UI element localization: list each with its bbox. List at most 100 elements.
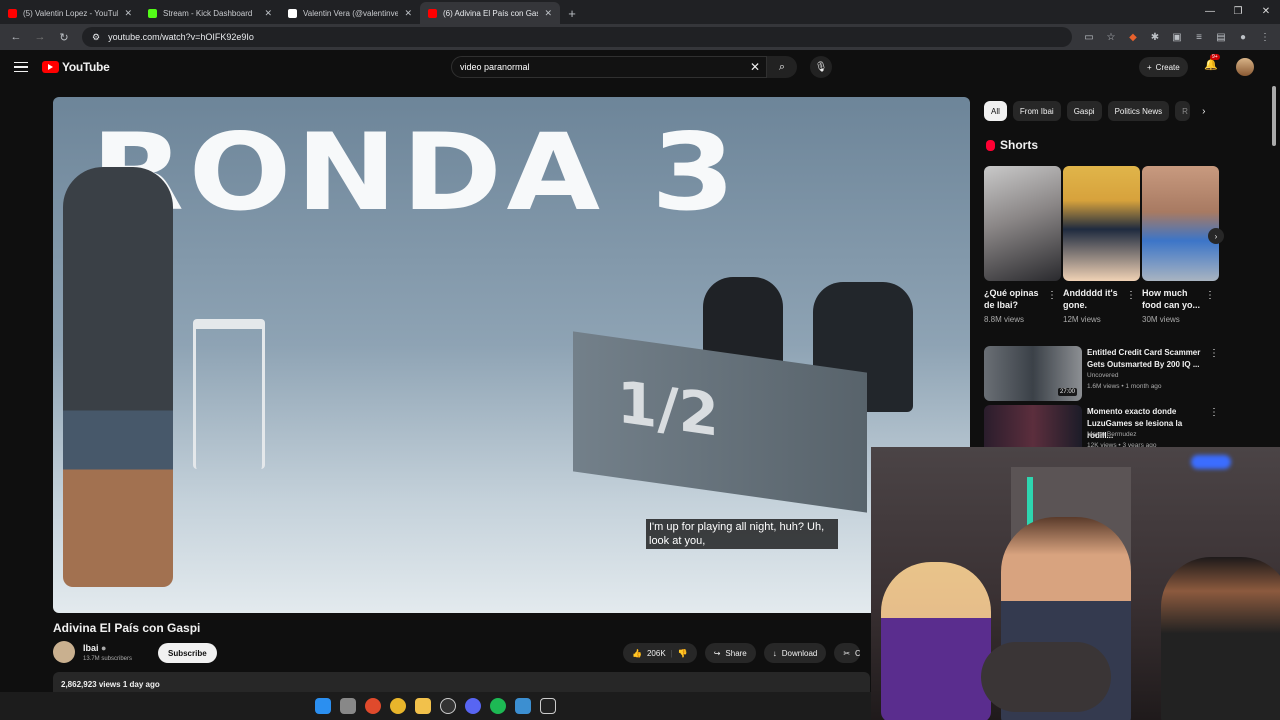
chip-truncated[interactable]: R: [1175, 101, 1191, 121]
chrome-icon[interactable]: [390, 698, 406, 714]
more-options-icon[interactable]: ⋮: [1205, 290, 1215, 301]
short-item[interactable]: Anddddd it's gone. 12M views ⋮: [1063, 166, 1140, 324]
chip-gaspi[interactable]: Gaspi: [1066, 101, 1102, 121]
browser-tab-youtube-profile[interactable]: (5) Valentin Lopez - YouTube ✕: [0, 2, 140, 24]
create-button[interactable]: + Create: [1139, 57, 1188, 77]
shorts-title: Shorts: [1000, 138, 1039, 152]
short-item[interactable]: How much food can yo... 30M views ⋮: [1142, 166, 1219, 324]
download-button[interactable]: ↓ Download: [763, 643, 827, 663]
browser-tab-tiktok[interactable]: Valentin Vera (@valentinvera01 ✕: [280, 2, 420, 24]
like-count: 206K: [646, 648, 666, 658]
channel-name[interactable]: Marco Bermudez: [1087, 431, 1137, 438]
tab-title: Stream - Kick Dashboard: [163, 8, 253, 18]
webcam-neon-light: [1191, 455, 1231, 469]
download-label: Download: [781, 648, 818, 658]
desk-number: 1/2: [617, 367, 719, 450]
view-count-date: 2,862,923 views 1 day ago: [61, 680, 160, 689]
bookmark-star-icon[interactable]: ☆: [1102, 28, 1120, 46]
more-options-icon[interactable]: ⋮: [1126, 290, 1136, 301]
close-window-icon[interactable]: ✕: [1252, 0, 1280, 22]
shorts-next-icon[interactable]: ›: [1208, 228, 1224, 244]
channel-avatar[interactable]: [53, 641, 75, 663]
short-title[interactable]: How much food can yo...: [1142, 287, 1204, 311]
short-thumbnail[interactable]: [1063, 166, 1140, 281]
short-views: 12M views: [1063, 315, 1101, 324]
notifications-button[interactable]: 🔔 9+: [1204, 54, 1220, 71]
chip-politics-news[interactable]: Politics News: [1107, 101, 1170, 121]
clip-button[interactable]: ✂ C: [834, 643, 861, 663]
side-panel-icon[interactable]: ▣: [1168, 28, 1186, 46]
download-icon[interactable]: ▤: [1212, 28, 1230, 46]
discord-icon[interactable]: [465, 698, 481, 714]
profile-icon[interactable]: ●: [1234, 28, 1252, 46]
voice-search-button[interactable]: 🎙: [810, 56, 832, 78]
youtube-logo[interactable]: YouTube: [42, 60, 110, 74]
search-input[interactable]: video paranormal ✕: [451, 56, 767, 78]
epic-games-icon[interactable]: [540, 698, 556, 714]
account-avatar[interactable]: [1236, 58, 1254, 76]
subscriber-count: 13.7M subscribers: [83, 656, 133, 662]
close-tab-icon[interactable]: ✕: [544, 8, 552, 19]
menu-icon[interactable]: ⋮: [1256, 28, 1274, 46]
back-icon[interactable]: ←: [6, 27, 26, 47]
share-icon: ↪: [713, 648, 721, 658]
clip-label: C: [855, 648, 861, 658]
channel-name[interactable]: Ibai ●: [83, 643, 106, 653]
obs-icon[interactable]: [440, 698, 456, 714]
channel-name[interactable]: Uncovered: [1087, 372, 1118, 379]
guide-menu-icon[interactable]: [14, 61, 28, 73]
media-icon[interactable]: ≡: [1190, 28, 1208, 46]
cast-icon[interactable]: ▭: [1080, 28, 1098, 46]
plus-icon: +: [1147, 62, 1152, 72]
subscribe-button[interactable]: Subscribe: [158, 643, 217, 663]
shorts-header: Shorts: [986, 138, 1038, 152]
more-options-icon[interactable]: ⋮: [1209, 407, 1219, 418]
chip-all[interactable]: All: [984, 101, 1007, 121]
file-explorer-icon[interactable]: [415, 698, 431, 714]
browser-tab-kick[interactable]: Stream - Kick Dashboard ✕: [140, 2, 280, 24]
app-active-icon[interactable]: [515, 698, 531, 714]
short-thumbnail[interactable]: [1142, 166, 1219, 281]
windows-start-icon[interactable]: [315, 698, 331, 714]
thumbs-down-icon[interactable]: 👎: [678, 649, 688, 658]
short-item[interactable]: ¿Qué opinas de Ibai? 8.8M views ⋮: [984, 166, 1061, 324]
app-icon[interactable]: [365, 698, 381, 714]
maximize-icon[interactable]: ❐: [1224, 0, 1252, 22]
verified-icon: ●: [101, 643, 107, 653]
minimize-icon[interactable]: —: [1196, 0, 1224, 22]
new-tab-button[interactable]: +: [560, 2, 584, 24]
search-button[interactable]: ⌕: [767, 56, 797, 78]
short-views: 30M views: [1142, 315, 1180, 324]
video-title[interactable]: Entitled Credit Card Scammer Gets Outsma…: [1087, 347, 1207, 371]
reload-icon[interactable]: ↻: [54, 27, 74, 47]
extension-icon[interactable]: ◆: [1124, 28, 1142, 46]
tiktok-favicon-icon: [288, 8, 297, 18]
like-button[interactable]: 👍 206K | 👎: [623, 643, 697, 663]
share-button[interactable]: ↪ Share: [704, 643, 756, 663]
close-tab-icon[interactable]: ✕: [264, 8, 272, 19]
puzzle-icon[interactable]: ✱: [1146, 28, 1164, 46]
short-thumbnail[interactable]: [984, 166, 1061, 281]
tab-title: Valentin Vera (@valentinvera01: [303, 8, 399, 18]
clear-search-icon[interactable]: ✕: [750, 60, 760, 74]
tab-title: (5) Valentin Lopez - YouTube: [23, 8, 119, 18]
close-tab-icon[interactable]: ✕: [124, 8, 132, 19]
browser-tab-video[interactable]: (6) Adivina El País con Gaspi ✕: [420, 2, 560, 24]
task-view-icon[interactable]: [340, 698, 356, 714]
recommended-video[interactable]: 27:00 Entitled Credit Card Scammer Gets …: [984, 346, 1219, 402]
close-tab-icon[interactable]: ✕: [404, 8, 412, 19]
search-icon: ⌕: [778, 60, 786, 73]
short-title[interactable]: Anddddd it's gone.: [1063, 287, 1125, 311]
chip-from-ibai[interactable]: From Ibai: [1012, 101, 1061, 121]
chevron-right-icon[interactable]: ›: [1202, 106, 1205, 117]
more-options-icon[interactable]: ⋮: [1209, 348, 1219, 359]
kick-favicon-icon: [148, 8, 157, 18]
page-scrollbar[interactable]: [1272, 86, 1276, 146]
more-options-icon[interactable]: ⋮: [1047, 290, 1057, 301]
short-title[interactable]: ¿Qué opinas de Ibai?: [984, 287, 1046, 311]
forward-icon[interactable]: →: [30, 27, 50, 47]
site-info-icon[interactable]: ⚙: [92, 32, 100, 43]
address-bar[interactable]: ⚙ youtube.com/watch?v=hOIFK92e9Io: [82, 27, 1072, 47]
video-player[interactable]: RONDA 3 1/2 I'm up for playing all night…: [53, 97, 970, 613]
spotify-icon[interactable]: [490, 698, 506, 714]
